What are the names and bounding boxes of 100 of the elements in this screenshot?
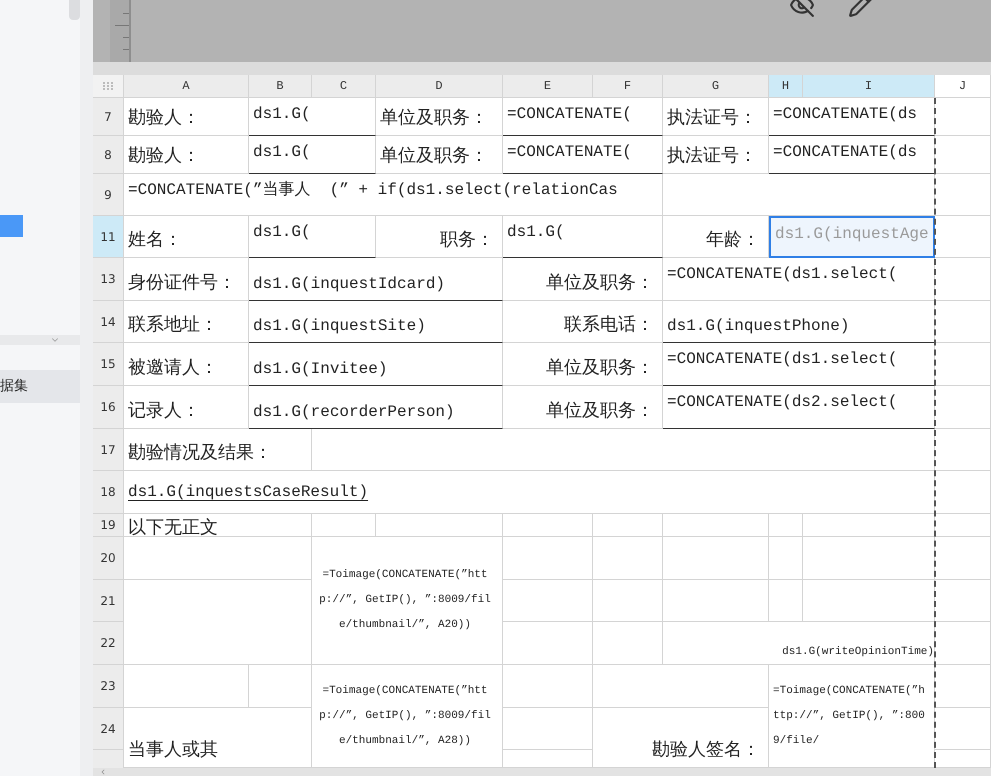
empty-cell[interactable] [935,537,991,580]
empty-cell[interactable] [312,429,935,471]
empty-cell[interactable] [803,514,935,537]
empty-cell[interactable] [663,580,769,622]
column-header[interactable]: E [503,75,593,98]
empty-cell[interactable] [249,665,312,708]
scrollbar-thumb[interactable] [69,0,80,20]
empty-cell[interactable] [593,537,663,580]
row-header[interactable]: 24 [93,708,124,750]
row-header[interactable]: 9 [93,174,124,216]
row-header[interactable]: 22 [93,622,124,665]
sheet-cell[interactable]: ds1.G( [503,216,663,258]
empty-cell[interactable] [593,665,769,708]
empty-cell[interactable] [503,580,593,622]
row-header[interactable]: 18 [93,471,124,514]
sheet-cell[interactable]: =CONCATENATE(ds1.select( [663,343,935,386]
empty-cell[interactable] [935,343,991,386]
empty-cell[interactable] [935,665,991,708]
sheet-cell[interactable]: 以下无正文 [124,514,312,537]
empty-cell[interactable] [503,665,593,708]
empty-cell[interactable] [935,98,991,136]
sheet-cell[interactable]: 单位及职务： [503,343,663,386]
column-header[interactable]: H [769,75,803,98]
sheet-cell[interactable]: 执法证号： [663,98,769,136]
sheet-cell[interactable]: =CONCATENATE(”当事人 (” + if(ds1.select(relationCas [124,174,663,216]
empty-cell[interactable] [935,514,991,537]
sheet-cell[interactable]: ds1.G( [249,98,376,136]
empty-cell[interactable] [935,622,991,665]
empty-cell[interactable] [593,622,663,665]
sheet-cell[interactable]: 姓名： [124,216,249,258]
empty-cell[interactable] [593,514,663,537]
empty-cell[interactable] [124,580,312,665]
empty-cell[interactable] [663,537,769,580]
sheet-cell[interactable]: 执法证号： [663,136,769,174]
column-header[interactable]: C [312,75,376,98]
horizontal-scrollbar[interactable] [93,768,991,776]
sheet-cell[interactable]: ds1.G( [249,216,376,258]
empty-cell[interactable] [376,514,503,537]
empty-cell[interactable] [935,429,991,471]
row-header[interactable]: 8 [93,136,124,174]
sheet-cell[interactable]: ds1.G( [249,136,376,174]
empty-cell[interactable] [935,258,991,301]
column-header[interactable]: G [663,75,769,98]
splitter-bar[interactable] [80,0,93,776]
empty-cell[interactable] [935,471,991,514]
row-header[interactable]: 19 [93,514,124,537]
sheet-cell[interactable]: 勘验人： [124,136,249,174]
sheet-cell[interactable]: ds1.G(inquestPhone) [663,301,935,343]
row-header[interactable]: 14 [93,301,124,343]
row-header[interactable]: 15 [93,343,124,386]
empty-cell[interactable] [503,622,593,665]
row-header[interactable]: 13 [93,258,124,301]
row-header[interactable]: 17 [93,429,124,471]
empty-cell[interactable] [503,537,593,580]
row-header[interactable] [93,750,124,768]
sheet-cell[interactable]: ds1.G(Invitee) [249,343,503,386]
sheet-cell[interactable]: ds1.G(writeOpinionTime) [663,622,935,665]
column-header[interactable]: J [935,75,991,98]
column-header[interactable]: A [124,75,249,98]
sheet-cell[interactable]: =CONCATENATE( [503,98,663,136]
row-header[interactable]: 11 [93,216,124,258]
row-header[interactable]: 7 [93,98,124,136]
column-header[interactable]: I [803,75,935,98]
sheet-cell[interactable]: 记录人： [124,386,249,429]
sheet-cell[interactable]: ds1.G(inquestIdcard) [249,258,503,301]
row-header[interactable]: 16 [93,386,124,429]
column-header[interactable]: F [593,75,663,98]
row-header[interactable]: 21 [93,580,124,622]
sheet-cell[interactable]: ds1.G(inquestSite) [249,301,503,343]
sheet-cell[interactable]: 单位及职务： [503,386,663,429]
scroll-left-icon[interactable] [99,768,107,776]
sheet-cell[interactable]: 单位及职务： [376,98,503,136]
column-header[interactable]: D [376,75,503,98]
empty-cell[interactable] [803,537,935,580]
empty-cell[interactable] [935,136,991,174]
column-header[interactable]: B [249,75,312,98]
sheet-cell[interactable]: =CONCATENATE(ds1.select( [663,258,935,301]
sheet-cell[interactable]: 身份证件号： [124,258,249,301]
empty-cell[interactable] [935,580,991,622]
empty-cell[interactable] [503,708,593,750]
sheet-cell[interactable]: 勘验情况及结果： [124,429,312,471]
row-header[interactable]: 20 [93,537,124,580]
dataset-item[interactable]: 据集 [0,370,80,403]
sheet-cell[interactable]: =CONCATENATE(ds2.select( [663,386,935,429]
empty-cell[interactable] [312,514,376,537]
empty-cell[interactable] [935,301,991,343]
sheet-cell[interactable]: =CONCATENATE( [503,136,663,174]
empty-cell[interactable] [935,174,991,216]
empty-cell[interactable] [593,580,663,622]
sheet-cell[interactable]: 单位及职务： [503,258,663,301]
sheet-cell[interactable]: =Toimage(CONCATENATE(”http://”, GetIP(), ”:8009/file/thumbnail/”, A20)) [312,537,503,665]
sheet-cell[interactable]: ds1.G(inquestsCaseResult) [124,471,935,514]
sheet-cell[interactable]: 勘验人： [124,98,249,136]
sheet-cell[interactable]: =CONCATENATE(ds [769,136,935,174]
empty-cell[interactable] [935,708,991,750]
select-all-icon[interactable] [93,75,124,98]
empty-cell[interactable] [769,514,803,537]
empty-cell[interactable] [935,386,991,429]
empty-cell[interactable] [769,537,803,580]
empty-cell[interactable] [803,580,935,622]
